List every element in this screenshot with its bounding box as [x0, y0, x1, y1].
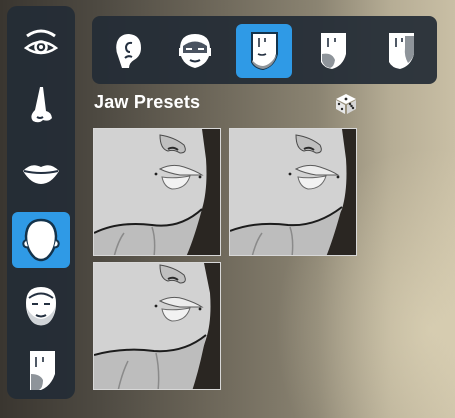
- jaw-preset-1-image: [94, 129, 220, 255]
- head-face-icon: [179, 34, 211, 68]
- jaw-icon: [251, 32, 278, 71]
- jaw-preset-3-image: [94, 263, 220, 389]
- jaw-subcategory-button[interactable]: [236, 24, 292, 78]
- category-sidebar: [7, 6, 75, 399]
- jaw-preset-3[interactable]: [93, 262, 221, 390]
- cheek-icon: [321, 33, 346, 69]
- mouth-category-button[interactable]: [12, 144, 70, 200]
- skin-icon: [30, 351, 55, 390]
- skin-category-button[interactable]: [12, 342, 70, 398]
- head-icon: [26, 287, 56, 326]
- jaw-preset-2[interactable]: [229, 128, 357, 256]
- face-shape-icon: [22, 218, 60, 262]
- nose-icon: [31, 87, 52, 123]
- section-title: Jaw Presets: [94, 92, 201, 112]
- eye-icon: [23, 29, 59, 55]
- eye-category-button[interactable]: [12, 16, 70, 72]
- jaw-preset-2-image: [230, 129, 356, 255]
- skin-tone-subcategory-button[interactable]: [373, 24, 429, 78]
- head-category-button[interactable]: [12, 278, 70, 334]
- randomize-button[interactable]: [334, 93, 358, 115]
- skin-tone-icon: [389, 33, 414, 69]
- mouth-icon: [23, 165, 59, 184]
- subcategory-toolbar: [92, 16, 437, 84]
- ear-icon: [116, 34, 141, 68]
- ear-subcategory-button[interactable]: [100, 24, 156, 78]
- face-shape-category-button[interactable]: [12, 212, 70, 268]
- cheek-subcategory-button[interactable]: [305, 24, 361, 78]
- jaw-preset-1[interactable]: [93, 128, 221, 256]
- nose-category-button[interactable]: [12, 78, 70, 134]
- dice-icon: [336, 94, 356, 114]
- head-face-subcategory-button[interactable]: [167, 24, 223, 78]
